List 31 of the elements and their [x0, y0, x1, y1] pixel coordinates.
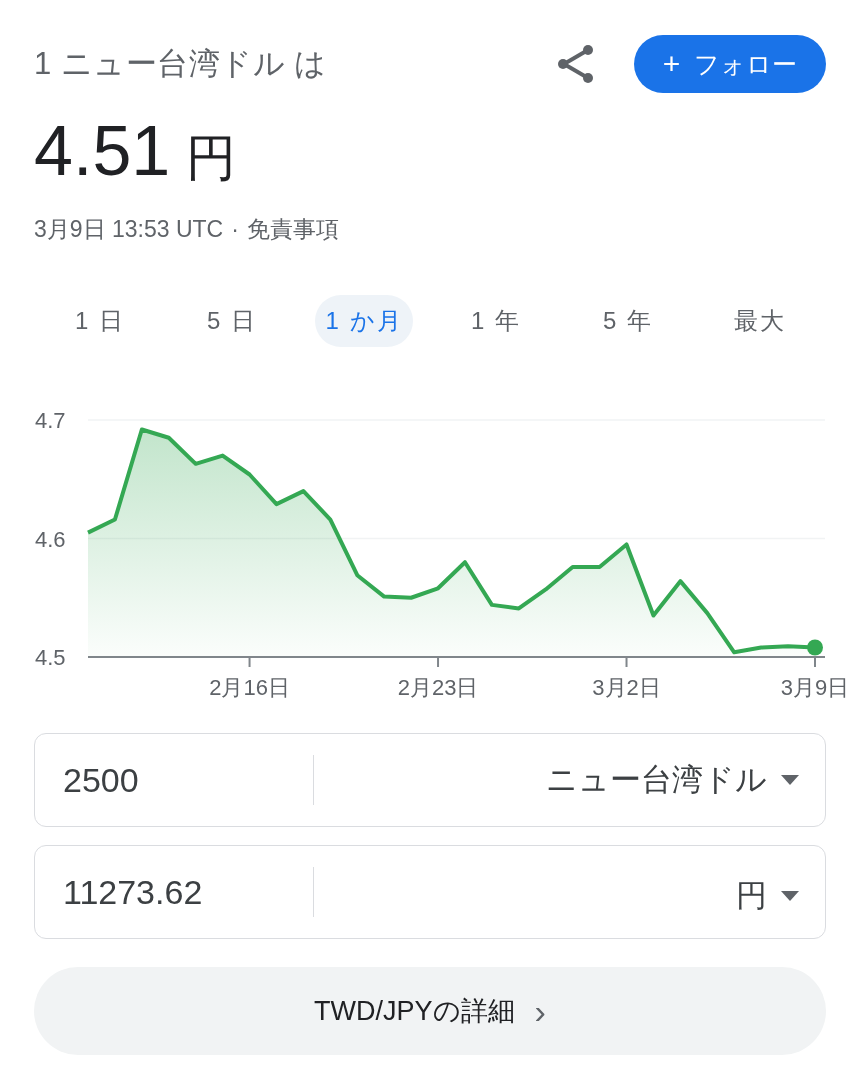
range-tab[interactable]: 1 か月 [315, 295, 413, 347]
currency-select[interactable]: ニュー台湾ドル [314, 750, 825, 810]
axis-label: 3月9日 [780, 675, 850, 700]
heading: 1 ニュー台湾ドル は [34, 45, 328, 83]
separator: · [231, 216, 239, 243]
range-tab[interactable]: 最大 [724, 295, 796, 347]
axis-label: 4.7 [35, 408, 66, 433]
share-icon[interactable] [556, 43, 596, 85]
axis-label: 3月2日 [592, 675, 661, 700]
follow-button[interactable]: + フォロー [634, 35, 826, 93]
range-tab[interactable]: 1 日 [65, 295, 135, 347]
range-tab[interactable]: 5 年 [593, 295, 663, 347]
disclaimer-link[interactable]: 免責事項 [246, 214, 339, 245]
currency-select[interactable]: 円 [314, 866, 825, 926]
end-point-marker [807, 639, 823, 656]
currency-unit: 円 [186, 129, 237, 188]
caret-icon [781, 775, 799, 785]
axis-label: 2月16日 [209, 675, 290, 700]
axis-label: 2月23日 [397, 675, 479, 700]
details-button[interactable]: TWD/JPYの詳細 › [34, 967, 826, 1055]
amount-field[interactable]: 11273.62 [35, 867, 313, 917]
exchange-rate: 4.51 [34, 111, 171, 191]
timestamp: 3月9日 13:53 UTC [34, 215, 224, 244]
range-tab[interactable]: 1 年 [461, 295, 531, 347]
amount-field[interactable]: 2500 [35, 755, 313, 805]
axis-label: 4.5 [35, 645, 66, 670]
range-tab[interactable]: 5 日 [197, 295, 267, 347]
plus-icon: + [662, 49, 681, 79]
chevron-icon: › [534, 994, 546, 1028]
axis-label: 4.6 [35, 526, 66, 552]
caret-icon [781, 891, 799, 901]
